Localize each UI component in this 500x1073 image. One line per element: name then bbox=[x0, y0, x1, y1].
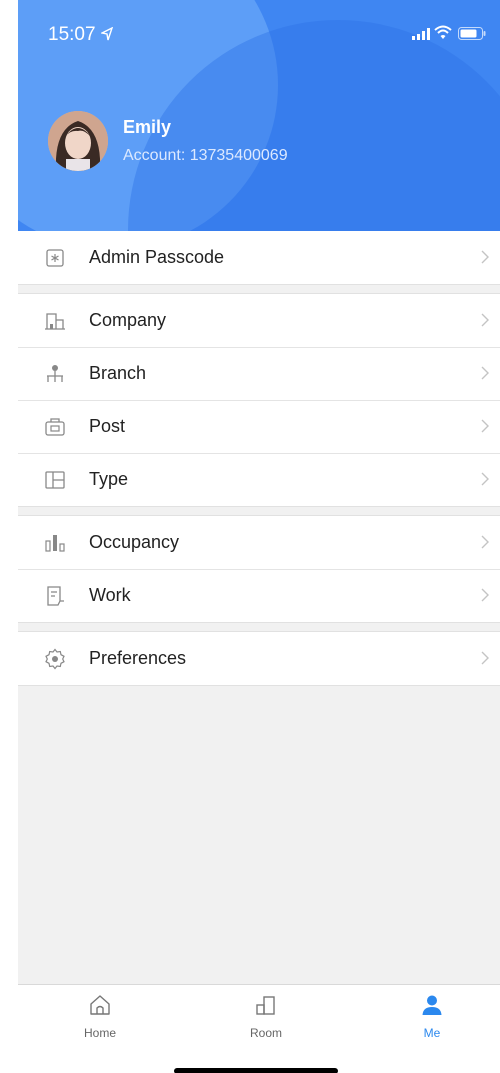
passcode-icon bbox=[44, 247, 66, 269]
user-icon bbox=[420, 995, 444, 1021]
post-icon bbox=[44, 416, 66, 438]
menu-item-post[interactable]: Post bbox=[18, 400, 500, 453]
type-icon bbox=[44, 469, 66, 491]
tab-room[interactable]: Room bbox=[236, 993, 296, 1040]
tab-bar: Home Room Me bbox=[18, 984, 500, 1073]
tab-label: Room bbox=[249, 1026, 282, 1040]
menu-group-organization: Company Branch Post Type bbox=[18, 293, 500, 507]
menu-item-label: Admin Passcode bbox=[89, 247, 225, 267]
chevron-right-icon bbox=[480, 471, 490, 492]
menu-group-security: Admin Passcode bbox=[18, 231, 500, 285]
tab-label: Me bbox=[423, 1026, 441, 1040]
menu-item-label: Post bbox=[89, 416, 126, 436]
profile-header: 15:07 Emily Account: 13735400069 bbox=[18, 0, 500, 231]
home-indicator bbox=[174, 1068, 338, 1073]
battery-icon bbox=[458, 27, 486, 45]
menu-item-work[interactable]: Work bbox=[18, 569, 500, 622]
menu-item-label: Branch bbox=[89, 363, 147, 383]
menu-item-label: Type bbox=[89, 469, 129, 489]
user-account: Account: 13735400069 bbox=[123, 147, 288, 164]
company-icon bbox=[44, 310, 66, 332]
menu-item-admin-passcode[interactable]: Admin Passcode bbox=[18, 231, 500, 284]
wifi-icon bbox=[434, 25, 452, 45]
tab-me[interactable]: Me bbox=[402, 993, 462, 1040]
menu-item-preferences[interactable]: Preferences bbox=[18, 632, 500, 685]
chevron-right-icon bbox=[480, 312, 490, 333]
menu-item-occupancy[interactable]: Occupancy bbox=[18, 516, 500, 569]
menu-item-label: Company bbox=[89, 310, 167, 330]
menu-item-label: Occupancy bbox=[89, 532, 180, 552]
tab-home[interactable]: Home bbox=[70, 993, 130, 1040]
cellular-signal-icon bbox=[412, 27, 430, 45]
menu-group-reports: Occupancy Work bbox=[18, 515, 500, 623]
preferences-icon bbox=[44, 648, 66, 670]
chevron-right-icon bbox=[480, 534, 490, 555]
chevron-right-icon bbox=[480, 249, 490, 270]
menu-group-settings: Preferences bbox=[18, 631, 500, 686]
location-arrow-icon bbox=[99, 26, 114, 46]
chevron-right-icon bbox=[480, 587, 490, 608]
occupancy-icon bbox=[44, 532, 66, 554]
menu-item-label: Preferences bbox=[89, 648, 187, 668]
menu-item-label: Work bbox=[89, 585, 131, 605]
branch-icon bbox=[44, 363, 66, 385]
chevron-right-icon bbox=[480, 365, 490, 386]
work-icon bbox=[44, 585, 66, 607]
status-time: 15:07 bbox=[48, 24, 96, 45]
chevron-right-icon bbox=[480, 418, 490, 439]
menu-item-company[interactable]: Company bbox=[18, 294, 500, 347]
app-screen: 15:07 Emily Account: 13735400069 Admin P… bbox=[18, 0, 500, 1073]
tab-label: Home bbox=[83, 1026, 116, 1040]
menu-item-type[interactable]: Type bbox=[18, 453, 500, 506]
avatar[interactable] bbox=[48, 111, 108, 171]
menu-item-branch[interactable]: Branch bbox=[18, 347, 500, 400]
chevron-right-icon bbox=[480, 650, 490, 671]
home-icon bbox=[88, 995, 112, 1021]
room-icon bbox=[254, 996, 278, 1021]
status-bar: 15:07 bbox=[18, 0, 500, 70]
user-name: Emily bbox=[123, 117, 172, 137]
